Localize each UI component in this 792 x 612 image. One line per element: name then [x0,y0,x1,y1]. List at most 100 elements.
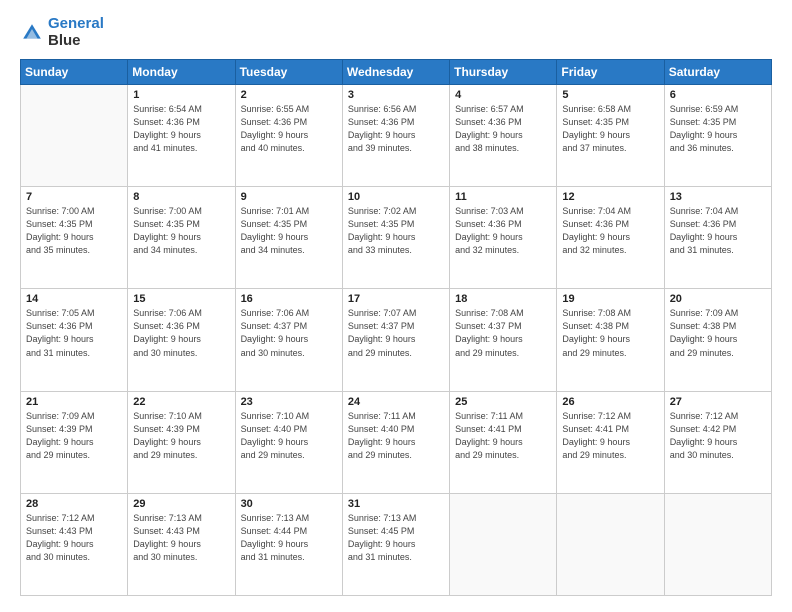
day-number: 1 [133,89,229,101]
calendar-cell: 27 Sunrise: 7:12 AMSunset: 4:42 PMDayligh… [664,391,771,493]
cell-text: Sunrise: 7:01 AMSunset: 4:35 PMDaylight:… [241,205,337,257]
calendar-week-2: 14Sunrise: 7:05 AMSunset: 4:36 PMDayligh… [21,289,772,391]
header: General Blue [20,16,772,49]
calendar-cell: 1 Sunrise: 6:54 AMSunset: 4:36 PMDaylight… [128,85,235,187]
calendar-header-row: SundayMondayTuesdayWednesdayThursdayFrid… [21,60,772,85]
calendar-cell: 19 Sunrise: 7:08 AMSunset: 4:38 PMDayligh… [557,289,664,391]
calendar-cell: 25Sunrise: 7:11 AMSunset: 4:41 PMDayligh… [450,391,557,493]
logo: General Blue [20,16,104,49]
logo-icon [20,21,44,45]
calendar-cell: 18 Sunrise: 7:08 AMSunset: 4:37 PMDayligh… [450,289,557,391]
day-number: 17 [348,293,444,305]
calendar-cell: 22Sunrise: 7:10 AMSunset: 4:39 PMDayligh… [128,391,235,493]
cell-text: Sunrise: 7:03 AMSunset: 4:36 PMDaylight:… [455,205,551,257]
day-number: 30 [241,498,337,510]
calendar-cell: 8 Sunrise: 7:00 AMSunset: 4:35 PMDaylight… [128,187,235,289]
calendar-cell: 14Sunrise: 7:05 AMSunset: 4:36 PMDayligh… [21,289,128,391]
day-number: 29 [133,498,229,510]
calendar-cell: 21Sunrise: 7:09 AMSunset: 4:39 PMDayligh… [21,391,128,493]
calendar-cell [664,493,771,595]
calendar-table: SundayMondayTuesdayWednesdayThursdayFrid… [20,59,772,596]
calendar-week-1: 7 Sunrise: 7:00 AMSunset: 4:35 PMDaylight… [21,187,772,289]
day-number: 9 [241,191,337,203]
day-number: 11 [455,191,551,203]
day-header-saturday: Saturday [664,60,771,85]
cell-text: Sunrise: 7:12 AMSunset: 4:42 PMDaylight:… [670,410,766,462]
cell-text: Sunrise: 6:55 AMSunset: 4:36 PMDaylight:… [241,103,337,155]
calendar-cell: 10Sunrise: 7:02 AMSunset: 4:35 PMDayligh… [342,187,449,289]
day-number: 19 [562,293,658,305]
calendar-cell [21,85,128,187]
page: General Blue SundayMondayTuesdayWednesda… [0,0,792,612]
day-header-friday: Friday [557,60,664,85]
day-number: 31 [348,498,444,510]
cell-text: Sunrise: 7:04 AMSunset: 4:36 PMDaylight:… [670,205,766,257]
calendar-week-4: 28 Sunrise: 7:12 AMSunset: 4:43 PMDayligh… [21,493,772,595]
calendar-week-3: 21Sunrise: 7:09 AMSunset: 4:39 PMDayligh… [21,391,772,493]
day-number: 10 [348,191,444,203]
calendar-cell: 15 Sunrise: 7:06 AMSunset: 4:36 PMDayligh… [128,289,235,391]
day-number: 13 [670,191,766,203]
cell-text: Sunrise: 7:04 AMSunset: 4:36 PMDaylight:… [562,205,658,257]
calendar-cell: 3 Sunrise: 6:56 AMSunset: 4:36 PMDaylight… [342,85,449,187]
calendar-cell: 20 Sunrise: 7:09 AMSunset: 4:38 PMDayligh… [664,289,771,391]
day-number: 5 [562,89,658,101]
calendar-cell: 4 Sunrise: 6:57 AMSunset: 4:36 PMDaylight… [450,85,557,187]
cell-text: Sunrise: 7:06 AMSunset: 4:37 PMDaylight:… [241,307,337,359]
calendar-cell: 23 Sunrise: 7:10 AMSunset: 4:40 PMDayligh… [235,391,342,493]
day-number: 28 [26,498,122,510]
calendar-cell: 6 Sunrise: 6:59 AMSunset: 4:35 PMDaylight… [664,85,771,187]
cell-text: Sunrise: 6:56 AMSunset: 4:36 PMDaylight:… [348,103,444,155]
day-number: 4 [455,89,551,101]
day-header-sunday: Sunday [21,60,128,85]
cell-text: Sunrise: 7:13 AMSunset: 4:45 PMDaylight:… [348,512,444,564]
cell-text: Sunrise: 7:11 AMSunset: 4:40 PMDaylight:… [348,410,444,462]
logo-text: General Blue [48,16,104,49]
calendar-cell: 9 Sunrise: 7:01 AMSunset: 4:35 PMDaylight… [235,187,342,289]
calendar-cell: 5Sunrise: 6:58 AMSunset: 4:35 PMDaylight… [557,85,664,187]
cell-text: Sunrise: 7:13 AMSunset: 4:44 PMDaylight:… [241,512,337,564]
cell-text: Sunrise: 7:12 AMSunset: 4:41 PMDaylight:… [562,410,658,462]
cell-text: Sunrise: 7:10 AMSunset: 4:40 PMDaylight:… [241,410,337,462]
cell-text: Sunrise: 7:12 AMSunset: 4:43 PMDaylight:… [26,512,122,564]
cell-text: Sunrise: 7:08 AMSunset: 4:37 PMDaylight:… [455,307,551,359]
calendar-cell [557,493,664,595]
day-number: 16 [241,293,337,305]
cell-text: Sunrise: 6:57 AMSunset: 4:36 PMDaylight:… [455,103,551,155]
cell-text: Sunrise: 6:54 AMSunset: 4:36 PMDaylight:… [133,103,229,155]
cell-text: Sunrise: 7:09 AMSunset: 4:38 PMDaylight:… [670,307,766,359]
calendar-cell: 2Sunrise: 6:55 AMSunset: 4:36 PMDaylight… [235,85,342,187]
calendar-cell: 30 Sunrise: 7:13 AMSunset: 4:44 PMDayligh… [235,493,342,595]
day-number: 20 [670,293,766,305]
calendar-cell: 17Sunrise: 7:07 AMSunset: 4:37 PMDayligh… [342,289,449,391]
calendar-cell: 11 Sunrise: 7:03 AMSunset: 4:36 PMDayligh… [450,187,557,289]
day-number: 21 [26,396,122,408]
day-number: 8 [133,191,229,203]
day-number: 7 [26,191,122,203]
cell-text: Sunrise: 7:13 AMSunset: 4:43 PMDaylight:… [133,512,229,564]
calendar-cell: 7 Sunrise: 7:00 AMSunset: 4:35 PMDaylight… [21,187,128,289]
cell-text: Sunrise: 7:00 AMSunset: 4:35 PMDaylight:… [26,205,122,257]
day-number: 27 [670,396,766,408]
cell-text: Sunrise: 7:00 AMSunset: 4:35 PMDaylight:… [133,205,229,257]
calendar-cell [450,493,557,595]
day-number: 6 [670,89,766,101]
day-number: 23 [241,396,337,408]
day-number: 26 [562,396,658,408]
day-number: 3 [348,89,444,101]
cell-text: Sunrise: 7:08 AMSunset: 4:38 PMDaylight:… [562,307,658,359]
day-number: 18 [455,293,551,305]
calendar-cell: 29 Sunrise: 7:13 AMSunset: 4:43 PMDayligh… [128,493,235,595]
day-header-wednesday: Wednesday [342,60,449,85]
cell-text: Sunrise: 7:06 AMSunset: 4:36 PMDaylight:… [133,307,229,359]
day-number: 22 [133,396,229,408]
day-number: 15 [133,293,229,305]
cell-text: Sunrise: 6:59 AMSunset: 4:35 PMDaylight:… [670,103,766,155]
day-number: 24 [348,396,444,408]
day-header-tuesday: Tuesday [235,60,342,85]
day-number: 14 [26,293,122,305]
calendar-cell: 13 Sunrise: 7:04 AMSunset: 4:36 PMDayligh… [664,187,771,289]
day-header-monday: Monday [128,60,235,85]
calendar-week-0: 1 Sunrise: 6:54 AMSunset: 4:36 PMDaylight… [21,85,772,187]
calendar-cell: 26 Sunrise: 7:12 AMSunset: 4:41 PMDayligh… [557,391,664,493]
